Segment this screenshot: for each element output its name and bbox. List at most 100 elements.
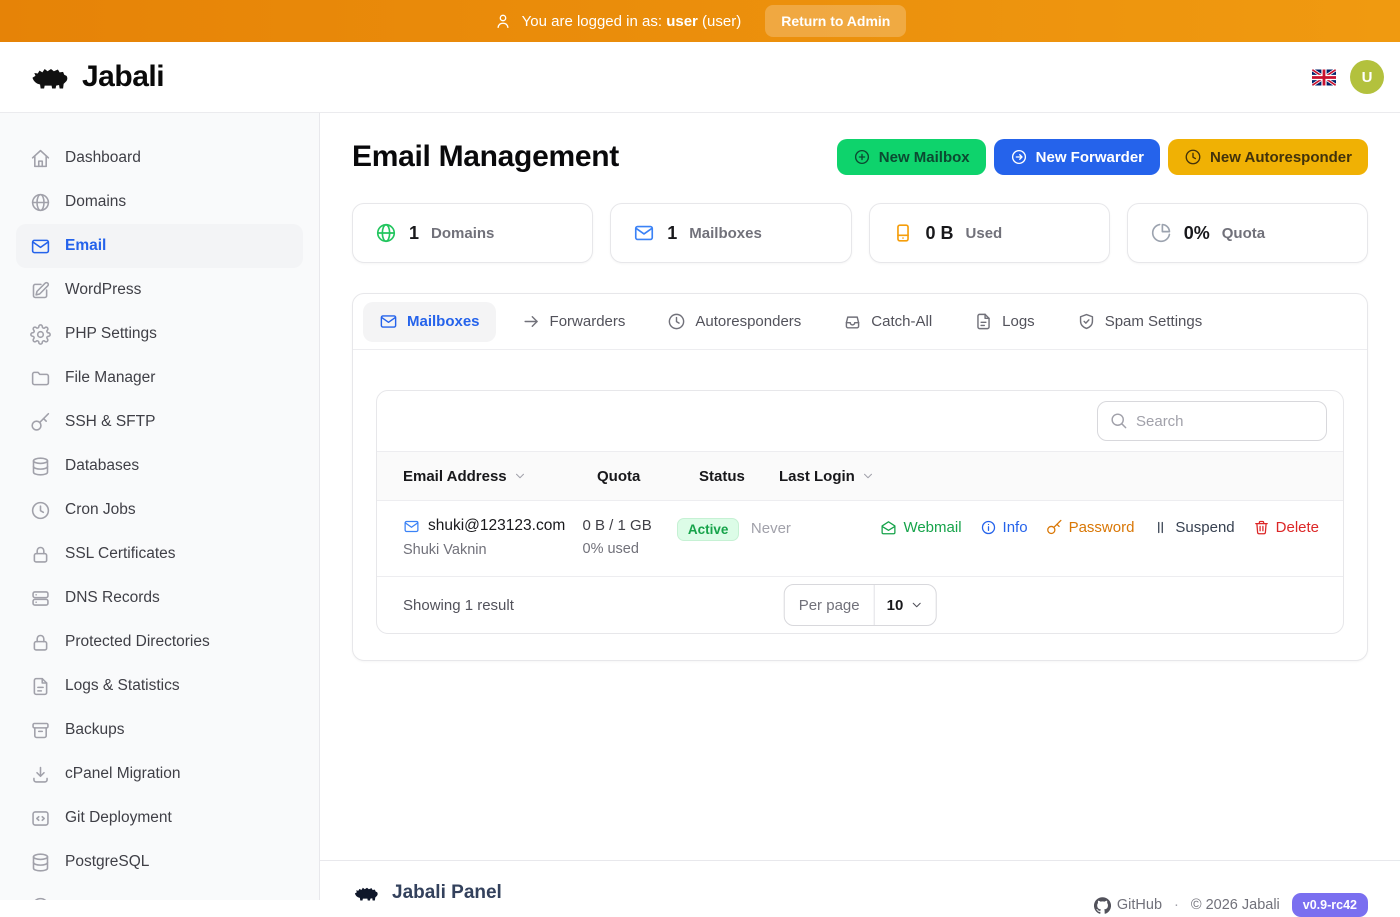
tab-catch-all[interactable]: Catch-All <box>827 302 948 342</box>
sidebar-item-cron-jobs[interactable]: Cron Jobs <box>16 488 303 532</box>
plus-circle-icon <box>853 148 871 166</box>
brand-logo[interactable]: Jabali <box>28 58 165 96</box>
sidebar-item-label: Cron Jobs <box>65 501 136 518</box>
tab-label: Spam Settings <box>1104 313 1203 330</box>
sidebar-item-label: File Manager <box>65 369 156 386</box>
sidebar-item-label: Backups <box>65 721 125 738</box>
mail-icon <box>30 236 51 257</box>
home-icon <box>30 148 51 169</box>
circle-icon <box>30 896 51 900</box>
password-action[interactable]: Password <box>1046 519 1135 536</box>
action-label: Info <box>1002 519 1028 536</box>
sidebar-item-backups[interactable]: Backups <box>16 708 303 752</box>
sidebar-item-partial[interactable] <box>16 884 303 900</box>
sidebar-item-label: PHP Settings <box>65 325 157 342</box>
tab-forwarders[interactable]: Forwarders <box>506 302 642 342</box>
sidebar-item-dns-records[interactable]: DNS Records <box>16 576 303 620</box>
boar-logo-icon <box>28 58 74 96</box>
sidebar-item-logs-statistics[interactable]: Logs & Statistics <box>16 664 303 708</box>
archive-icon <box>30 720 51 741</box>
impersonation-bar: You are logged in as: user (user) Return… <box>0 0 1400 42</box>
search-box <box>1097 401 1327 441</box>
clock-icon <box>667 312 686 331</box>
pause-icon <box>1152 519 1169 536</box>
code-icon <box>30 808 51 829</box>
sidebar-item-email[interactable]: Email <box>16 224 303 268</box>
column-header-last-login[interactable]: Last Login <box>779 468 919 485</box>
stat-value: 1 <box>667 222 678 243</box>
delete-action[interactable]: Delete <box>1253 519 1319 536</box>
github-link[interactable]: GitHub <box>1093 896 1162 914</box>
new-forwarder-button[interactable]: New Forwarder <box>993 139 1161 175</box>
per-page-select[interactable]: 10 <box>875 597 936 614</box>
search-input[interactable] <box>1097 401 1327 441</box>
tab-autoresponders[interactable]: Autoresponders <box>651 302 817 342</box>
version-badge[interactable]: v0.9-rc42 <box>1291 893 1368 917</box>
stat-card-used: 0 B Used <box>868 203 1110 263</box>
sidebar-item-label: WordPress <box>65 281 142 298</box>
sidebar-item-databases[interactable]: Databases <box>16 444 303 488</box>
mail-open-icon <box>880 519 897 536</box>
stat-card-mailboxes: 1 Mailboxes <box>610 203 852 263</box>
tab-logs[interactable]: Logs <box>958 302 1051 342</box>
sidebar-item-postgresql[interactable]: PostgreSQL <box>16 840 303 884</box>
sidebar-item-protected-directories[interactable]: Protected Directories <box>16 620 303 664</box>
stat-label: Domains <box>431 224 495 242</box>
tab-spam-settings[interactable]: Spam Settings <box>1061 302 1219 342</box>
lock-icon <box>30 544 51 565</box>
button-label: New Mailbox <box>878 148 970 166</box>
webmail-action[interactable]: Webmail <box>880 519 962 536</box>
tab-mailboxes[interactable]: Mailboxes <box>363 301 496 342</box>
sidebar-item-ssh-sftp[interactable]: SSH & SFTP <box>16 400 303 444</box>
uk-flag-icon[interactable] <box>1312 68 1336 86</box>
folder-icon <box>30 368 51 389</box>
shield-check-icon <box>1077 312 1096 331</box>
sidebar-item-file-manager[interactable]: File Manager <box>16 356 303 400</box>
file-text-icon <box>974 312 993 331</box>
per-page-control[interactable]: Per page 10 <box>783 584 937 626</box>
new-mailbox-button[interactable]: New Mailbox <box>836 139 986 175</box>
sidebar-item-label: Git Deployment <box>65 809 172 826</box>
mailbox-usage: 0% used <box>582 541 639 557</box>
chevron-down-icon <box>513 469 527 483</box>
row-actions: Webmail Info Password Suspend Delete <box>880 519 1319 536</box>
new-autoresponder-button[interactable]: New Autoresponder <box>1168 139 1368 175</box>
stat-card-domains: 1 Domains <box>352 203 594 263</box>
action-label: Suspend <box>1175 519 1235 536</box>
impersonation-message: You are logged in as: user (user) <box>521 12 742 30</box>
stat-label: Used <box>965 224 1003 242</box>
suspend-action[interactable]: Suspend <box>1152 519 1235 536</box>
gear-icon <box>30 323 51 345</box>
tab-bar: Mailboxes Forwarders Autoresponders Catch-A… <box>353 294 1367 350</box>
page-footer: Jabali Panel GitHub · © 2026 Jabali v0.9… <box>320 860 1400 917</box>
sidebar-item-wordpress[interactable]: WordPress <box>16 268 303 312</box>
user-avatar[interactable]: U <box>1350 60 1384 94</box>
sidebar: Dashboard Domains Email WordPress PHP Settin… <box>0 113 320 900</box>
mailbox-email[interactable]: shuki@123123.com <box>428 517 565 535</box>
sidebar-item-label: Protected Directories <box>65 633 210 650</box>
edit-icon <box>30 280 51 301</box>
column-header-email-address[interactable]: Email Address <box>403 468 597 485</box>
info-icon <box>980 519 997 536</box>
info-action[interactable]: Info <box>980 519 1028 536</box>
mail-icon <box>403 518 420 535</box>
sidebar-item-cpanel-migration[interactable]: cPanel Migration <box>16 752 303 796</box>
table-header: Email Address Quota Status Last Login <box>377 451 1343 501</box>
chevron-down-icon <box>909 598 923 612</box>
key-icon <box>30 412 51 433</box>
globe-icon <box>375 222 397 244</box>
action-label: Delete <box>1275 519 1319 536</box>
action-label: Password <box>1068 519 1135 536</box>
sidebar-item-php-settings[interactable]: PHP Settings <box>16 312 303 356</box>
search-icon <box>1109 411 1128 430</box>
sidebar-item-ssl-certificates[interactable]: SSL Certificates <box>16 532 303 576</box>
return-to-admin-button[interactable]: Return to Admin <box>765 5 907 37</box>
sidebar-item-label: Databases <box>65 457 140 474</box>
sidebar-item-domains[interactable]: Domains <box>16 180 303 224</box>
arrow-right-icon <box>522 312 541 331</box>
footer-brand: Jabali Panel <box>352 881 502 905</box>
sidebar-item-label: Email <box>65 237 107 254</box>
copyright-text: © 2026 Jabali <box>1190 897 1280 913</box>
sidebar-item-dashboard[interactable]: Dashboard <box>16 136 303 180</box>
sidebar-item-git-deployment[interactable]: Git Deployment <box>16 796 303 840</box>
